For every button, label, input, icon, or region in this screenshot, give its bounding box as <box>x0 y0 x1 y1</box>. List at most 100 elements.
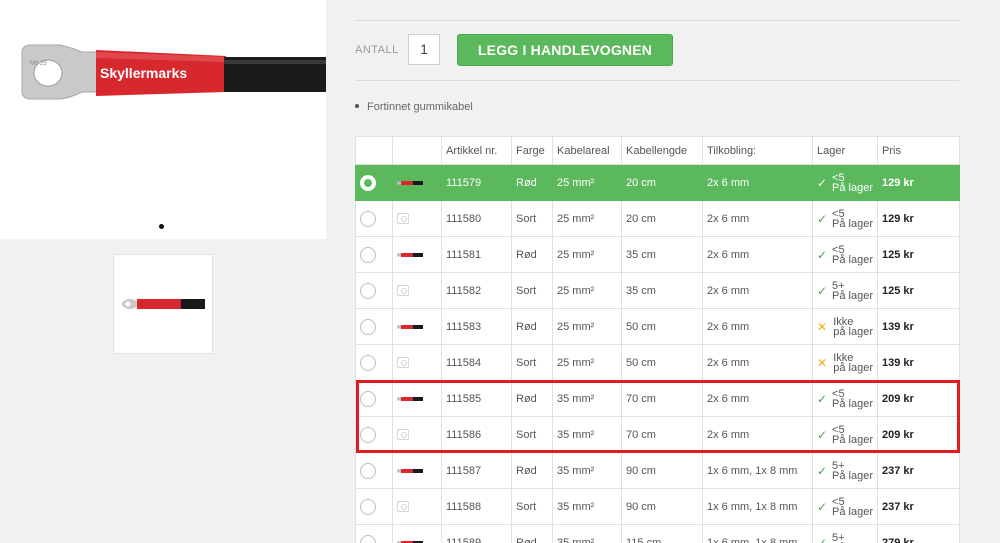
product-main-image[interactable]: M8 25 Skyllermarks <box>0 0 326 239</box>
cell-select[interactable] <box>355 380 393 417</box>
check-icon: ✓ <box>817 535 828 543</box>
cell-stock: ✓5+På lager <box>812 452 878 489</box>
cable-thumbnail-icon <box>397 468 423 473</box>
cell-color: Rød <box>511 380 553 417</box>
cell-select[interactable] <box>355 308 393 345</box>
cell-select[interactable] <box>355 200 393 237</box>
cell-select[interactable] <box>355 416 393 453</box>
header-stock: Lager <box>812 136 878 165</box>
cell-length: 90 cm <box>621 452 703 489</box>
cell-price: 139 kr <box>877 344 960 381</box>
variant-table: Artikkel nr. Farge Kabelareal Kabellengd… <box>355 136 960 543</box>
variant-radio[interactable] <box>360 318 376 335</box>
stock-status: På lager <box>832 469 873 482</box>
cell-select[interactable] <box>355 488 393 525</box>
table-row[interactable]: 111586 Sort 35 mm² 70 cm 2x 6 mm ✓ <5 På lager 2… <box>355 416 960 453</box>
header-select <box>355 136 393 165</box>
table-row[interactable]: 111579 Rød 25 mm² 20 cm 2x 6 mm ✓ <5 På lager 12… <box>355 164 960 201</box>
cell-color: Rød <box>511 308 553 345</box>
carousel-dot[interactable] <box>159 224 164 229</box>
cell-connection: 2x 6 mm <box>702 308 813 345</box>
cell-image <box>392 200 442 237</box>
table-row[interactable]: 111580 Sort 25 mm² 20 cm 2x 6 mm ✓ <5 På lager 1… <box>355 200 960 237</box>
cell-image <box>392 272 442 309</box>
cable-thumbnail-icon <box>397 180 423 185</box>
cell-select[interactable] <box>355 344 393 381</box>
table-row[interactable]: 111588 Sort 35 mm² 90 cm 1x 6 mm, 1x 8 mm ✓ <5… <box>355 488 960 525</box>
variant-radio[interactable] <box>360 354 376 371</box>
cell-select[interactable] <box>355 452 393 489</box>
cable-photo: M8 25 Skyllermarks <box>21 44 326 100</box>
cell-image <box>392 164 442 201</box>
cell-length: 35 cm <box>621 272 703 309</box>
cell-color: Sort <box>511 200 553 237</box>
cell-article: 111582 <box>441 272 512 309</box>
image-placeholder-icon <box>397 213 409 225</box>
variant-radio[interactable] <box>360 534 376 543</box>
table-row[interactable]: 111585 Rød 35 mm² 70 cm 2x 6 mm ✓ <5 På lager 20… <box>355 380 960 417</box>
cell-area: 25 mm² <box>552 200 622 237</box>
image-placeholder-icon <box>397 357 409 369</box>
table-row[interactable]: 111587 Rød 35 mm² 90 cm 1x 6 mm, 1x 8 mm ✓ 5+ P… <box>355 452 960 489</box>
table-row[interactable]: 111589 Rød 35 mm² 115 cm 1x 6 mm, 1x 8 mm ✓ 5+… <box>355 524 960 543</box>
cell-stock: ✕ Ikke på lager <box>812 308 878 345</box>
product-thumbnail[interactable] <box>113 254 213 354</box>
cell-select[interactable] <box>355 272 393 309</box>
variant-radio[interactable] <box>360 462 376 479</box>
variant-radio[interactable] <box>360 426 376 443</box>
check-icon: ✓ <box>817 283 828 298</box>
quantity-input[interactable]: 1 <box>408 34 440 65</box>
stock-status: På lager <box>832 397 873 410</box>
stock-status: På lager <box>832 217 873 230</box>
cell-connection: 2x 6 mm <box>702 200 813 237</box>
cell-stock: ✓ <5 På lager <box>812 380 878 417</box>
cell-area: 35 mm² <box>552 488 622 525</box>
cell-price: 139 kr <box>877 308 960 345</box>
cell-connection: 2x 6 mm <box>702 272 813 309</box>
cell-select[interactable] <box>355 236 393 273</box>
cell-select[interactable] <box>355 164 393 201</box>
cell-image <box>392 236 442 273</box>
cell-article: 111589 <box>441 524 512 543</box>
stock-status: På lager <box>832 289 873 302</box>
cell-stock: ✕ Ikke på lager <box>812 344 878 381</box>
cell-length: 115 cm <box>621 524 703 543</box>
table-row[interactable]: 111583 Rød 25 mm² 50 cm 2x 6 mm ✕ Ikke på lager… <box>355 308 960 345</box>
cell-color: Rød <box>511 452 553 489</box>
cell-price: 209 kr <box>877 380 960 417</box>
table-row[interactable]: 111581 Rød 25 mm² 35 cm 2x 6 mm ✓ <5 På lager 12… <box>355 236 960 273</box>
header-article: Artikkel nr. <box>441 136 512 165</box>
cell-length: 35 cm <box>621 236 703 273</box>
stock-status: på lager <box>833 325 873 338</box>
cell-area: 25 mm² <box>552 308 622 345</box>
cell-length: 90 cm <box>621 488 703 525</box>
table-row[interactable]: 111584 Sort 25 mm² 50 cm 2x 6 mm ✕ Ikke på lage… <box>355 344 960 381</box>
cell-length: 50 cm <box>621 344 703 381</box>
cell-article: 111587 <box>441 452 512 489</box>
variant-radio[interactable] <box>360 210 376 227</box>
variant-radio[interactable] <box>360 390 376 407</box>
cell-color: Sort <box>511 488 553 525</box>
variant-radio[interactable] <box>360 246 376 263</box>
cable-thumbnail-icon <box>397 540 423 543</box>
variant-radio[interactable] <box>360 282 376 299</box>
cell-length: 70 cm <box>621 380 703 417</box>
feature-list-item: Fortinnet gummikabel <box>355 101 473 113</box>
variant-radio[interactable] <box>360 498 376 515</box>
cell-area: 35 mm² <box>552 380 622 417</box>
cell-article: 111581 <box>441 236 512 273</box>
cell-price: 129 kr <box>877 164 960 201</box>
stock-status: På lager <box>832 181 873 194</box>
cell-price: 125 kr <box>877 272 960 309</box>
cell-stock: ✓ <5 På lager <box>812 416 878 453</box>
add-to-cart-button[interactable]: LEGG I HANDLEVOGNEN <box>457 34 673 66</box>
cell-select[interactable] <box>355 524 393 543</box>
stock-status: På lager <box>832 505 873 518</box>
cell-article: 111579 <box>441 164 512 201</box>
cell-article: 111580 <box>441 200 512 237</box>
cell-article: 111583 <box>441 308 512 345</box>
cell-connection: 2x 6 mm <box>702 164 813 201</box>
table-row[interactable]: 111582 Sort 25 mm² 35 cm 2x 6 mm ✓ 5+ På lager 1… <box>355 272 960 309</box>
cell-article: 111584 <box>441 344 512 381</box>
variant-radio[interactable] <box>360 174 376 191</box>
